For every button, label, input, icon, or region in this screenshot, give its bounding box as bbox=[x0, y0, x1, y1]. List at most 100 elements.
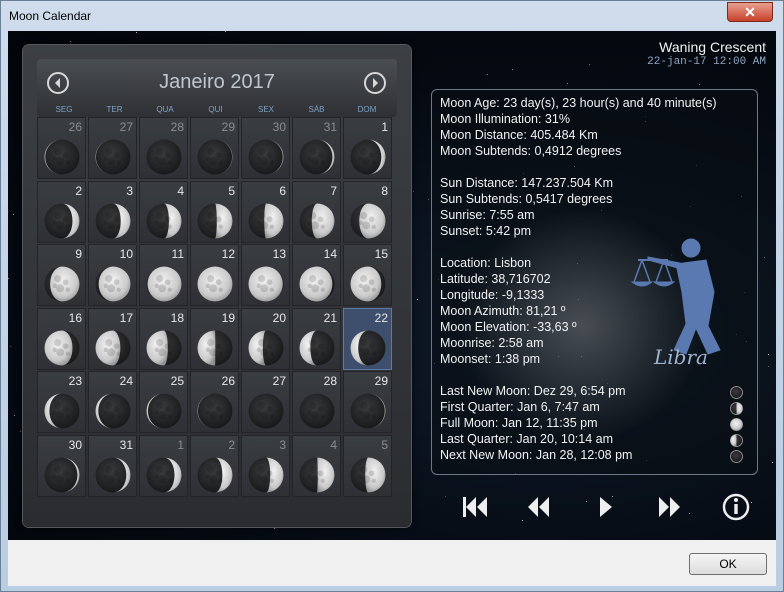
calendar-day-cell[interactable]: 4 bbox=[292, 434, 341, 497]
skip-back-icon[interactable] bbox=[458, 489, 494, 525]
calendar-day-cell[interactable]: 14 bbox=[292, 244, 341, 306]
moon-phase-icon bbox=[350, 393, 386, 429]
info-line: Sunrise: 7:55 am bbox=[440, 208, 535, 222]
moon-phase-icon bbox=[299, 266, 335, 302]
day-number: 18 bbox=[170, 310, 184, 325]
calendar-day-cell[interactable]: 23 bbox=[37, 371, 86, 433]
rewind-icon[interactable] bbox=[520, 489, 556, 525]
info-icon[interactable] bbox=[718, 489, 754, 525]
calendar-day-cell[interactable]: 16 bbox=[37, 307, 86, 370]
day-number: 27 bbox=[272, 374, 286, 388]
calendar-day-cell[interactable]: 3 bbox=[241, 434, 290, 497]
fast-forward-icon[interactable] bbox=[652, 489, 688, 525]
info-line: Sun Subtends: 0,5417 degrees bbox=[440, 192, 613, 206]
day-number: 30 bbox=[68, 437, 82, 452]
day-number: 29 bbox=[221, 120, 235, 134]
calendar-day-cell[interactable]: 17 bbox=[88, 307, 137, 370]
calendar-day-cell[interactable]: 11 bbox=[139, 244, 188, 306]
info-line: Moon Azimuth: 81,21 º bbox=[440, 304, 566, 318]
info-line: Moonset: 1:38 pm bbox=[440, 352, 541, 366]
calendar-day-cell[interactable]: 27 bbox=[241, 371, 290, 433]
moon-phase-icon bbox=[95, 139, 131, 175]
day-number: 29 bbox=[374, 374, 388, 388]
calendar-day-cell[interactable]: 15 bbox=[343, 244, 392, 306]
calendar-day-cell[interactable]: 30 bbox=[37, 434, 86, 497]
moon-phase-icon bbox=[146, 266, 182, 302]
moon-phase-icon bbox=[95, 266, 131, 302]
info-line: Latitude: 38,716702 bbox=[440, 272, 551, 286]
weekday-label: DOM bbox=[357, 105, 377, 114]
moon-calendar-window: Moon Calendar ✕ Janeiro 2017 SEG TER QUA QU… bbox=[0, 0, 784, 592]
day-number: 7 bbox=[330, 183, 337, 198]
day-number: 17 bbox=[119, 310, 133, 325]
day-number: 1 bbox=[177, 437, 184, 452]
moon-phase-icon bbox=[44, 457, 80, 492]
calendar-day-cell[interactable]: 10 bbox=[88, 244, 137, 306]
selected-day-cell[interactable]: 22 bbox=[343, 307, 392, 370]
star bbox=[20, 431, 21, 432]
star bbox=[768, 366, 769, 367]
calendar-day-cell[interactable]: 7 bbox=[292, 180, 341, 243]
calendar-day-cell[interactable]: 31 bbox=[88, 434, 137, 497]
day-number: 12 bbox=[221, 247, 235, 261]
calendar-day-cell[interactable]: 28 bbox=[292, 371, 341, 433]
star bbox=[413, 191, 414, 192]
calendar-day-cell[interactable]: 28 bbox=[139, 117, 188, 179]
moon-phase-icon bbox=[350, 203, 386, 238]
moon-phase-name: Waning Crescent bbox=[659, 39, 766, 55]
calendar-day-cell[interactable]: 5 bbox=[190, 180, 239, 243]
calendar-day-cell[interactable]: 8 bbox=[343, 180, 392, 243]
calendar-day-cell[interactable]: 6 bbox=[241, 180, 290, 243]
calendar-day-cell[interactable]: 25 bbox=[139, 371, 188, 433]
last-quarter-icon bbox=[730, 434, 743, 447]
day-number: 21 bbox=[323, 310, 337, 325]
calendar-day-cell[interactable]: 18 bbox=[139, 307, 188, 370]
calendar-day-cell[interactable]: 30 bbox=[241, 117, 290, 179]
calendar-day-cell[interactable]: 3 bbox=[88, 180, 137, 243]
star bbox=[689, 513, 690, 514]
calendar-day-cell[interactable]: 19 bbox=[190, 307, 239, 370]
day-number: 3 bbox=[126, 183, 133, 198]
moon-phase-icon bbox=[146, 203, 182, 238]
ok-button[interactable]: OK bbox=[689, 553, 767, 575]
moon-phase-icon bbox=[44, 203, 80, 238]
day-number: 2 bbox=[228, 437, 235, 452]
moon-phase-icon bbox=[299, 330, 335, 365]
moon-phase-icon bbox=[350, 330, 386, 365]
close-icon[interactable]: ✕ bbox=[744, 4, 756, 20]
calendar-day-cell[interactable]: 24 bbox=[88, 371, 137, 433]
calendar-day-cell[interactable]: 12 bbox=[190, 244, 239, 306]
next-month-button[interactable] bbox=[364, 72, 386, 94]
calendar-day-cell[interactable]: 26 bbox=[190, 371, 239, 433]
calendar-day-cell[interactable]: 27 bbox=[88, 117, 137, 179]
play-icon[interactable] bbox=[588, 489, 624, 525]
info-line: Moon Subtends: 0,4912 degrees bbox=[440, 144, 622, 158]
star bbox=[70, 41, 71, 42]
moon-phase-icon bbox=[350, 457, 386, 492]
calendar-day-cell[interactable]: 1 bbox=[139, 434, 188, 497]
moon-phase-icon bbox=[146, 393, 182, 429]
weekday-label: SÁB bbox=[308, 105, 325, 114]
calendar-day-cell[interactable]: 4 bbox=[139, 180, 188, 243]
calendar-day-cell[interactable]: 21 bbox=[292, 307, 341, 370]
calendar-day-cell[interactable]: 13 bbox=[241, 244, 290, 306]
close-button[interactable]: ✕ bbox=[727, 2, 773, 22]
calendar-day-cell[interactable]: 20 bbox=[241, 307, 290, 370]
moon-phase-icon bbox=[248, 139, 284, 175]
moon-phase-icon bbox=[146, 330, 182, 365]
star bbox=[589, 64, 590, 65]
calendar-day-cell[interactable]: 31 bbox=[292, 117, 341, 179]
calendar-day-cell[interactable]: 2 bbox=[190, 434, 239, 497]
calendar-day-cell[interactable]: 2 bbox=[37, 180, 86, 243]
calendar-day-cell[interactable]: 29 bbox=[343, 371, 392, 433]
calendar-day-cell[interactable]: 5 bbox=[343, 434, 392, 497]
info-line: Moon Age: 23 day(s), 23 hour(s) and 40 m… bbox=[440, 96, 717, 110]
calendar-day-cell[interactable]: 29 bbox=[190, 117, 239, 179]
calendar-day-cell[interactable]: 1 bbox=[343, 117, 392, 179]
calendar-day-cell[interactable]: 26 bbox=[37, 117, 86, 179]
star bbox=[586, 501, 587, 502]
calendar-day-cell[interactable]: 9 bbox=[37, 244, 86, 306]
star bbox=[13, 214, 14, 215]
chevron-right-icon[interactable] bbox=[370, 78, 380, 88]
day-number: 4 bbox=[330, 437, 337, 452]
